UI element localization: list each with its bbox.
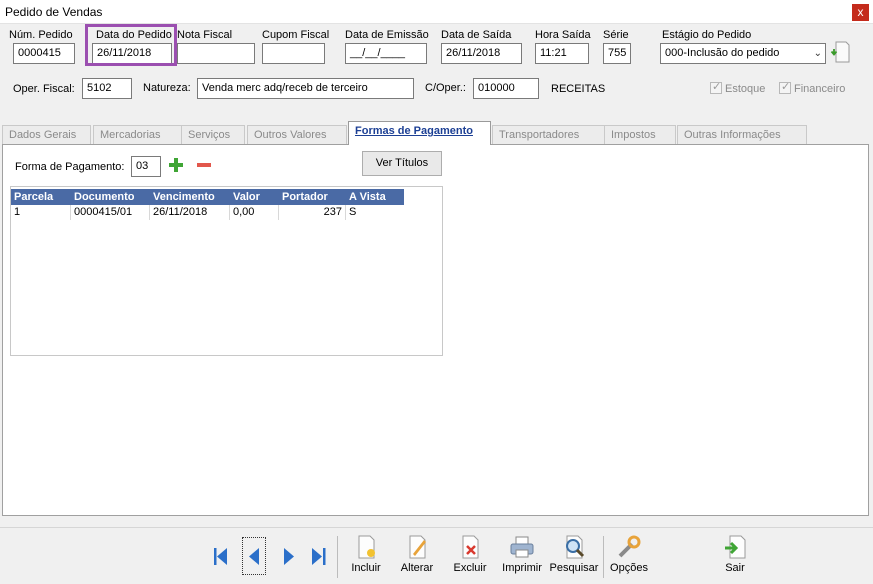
tab-mercadorias[interactable]: Mercadorias (93, 125, 182, 144)
next-record-button[interactable] (277, 538, 301, 574)
new-document-icon (358, 535, 375, 559)
delete-document-icon (462, 535, 479, 559)
window-title: Pedido de Vendas (5, 5, 103, 19)
estoque-checkbox[interactable]: Estoque (710, 80, 766, 95)
grid-header-a-vista[interactable]: A Vista (346, 189, 404, 205)
cupom-fiscal-label: Cupom Fiscal (262, 29, 330, 41)
last-record-icon (312, 548, 326, 565)
imprimir-button[interactable]: Imprimir (501, 534, 543, 574)
estagio-select[interactable]: 000-Inclusão do pedido ⌄ (660, 43, 826, 64)
natureza-label: Natureza: (143, 82, 191, 94)
title-bar: Pedido de Vendas x (0, 0, 873, 24)
oper-fiscal-label: Oper. Fiscal: (13, 83, 75, 95)
c-oper-field[interactable]: 010000 (473, 78, 539, 99)
hora-saida-label: Hora Saída (535, 29, 591, 41)
grid-header-portador[interactable]: Portador (279, 189, 346, 205)
pesquisar-button[interactable]: Pesquisar (549, 534, 599, 574)
imprimir-label: Imprimir (502, 562, 542, 574)
grid-cell-documento[interactable]: 0000415/01 (71, 205, 150, 220)
nota-fiscal-field[interactable] (177, 43, 255, 64)
highlight-box (85, 24, 177, 66)
add-icon[interactable] (168, 157, 184, 173)
grid-cell-valor[interactable]: 0,00 (230, 205, 279, 220)
financeiro-checkbox[interactable]: Financeiro (779, 80, 846, 95)
tab-outros-valores[interactable]: Outros Valores (247, 125, 347, 144)
remove-icon[interactable] (196, 157, 212, 173)
grid-cell-a-vista[interactable]: S (346, 205, 404, 220)
tab-outras-informacoes[interactable]: Outras Informações (677, 125, 807, 144)
first-record-icon (214, 548, 227, 565)
tab-dados-gerais[interactable]: Dados Gerais (2, 125, 91, 144)
nota-fiscal-label: Nota Fiscal (177, 29, 233, 41)
receitas-label: RECEITAS (551, 83, 606, 95)
exit-icon (725, 535, 746, 559)
estagio-value: 000-Inclusão do pedido (665, 47, 780, 59)
tab-servicos[interactable]: Serviços (181, 125, 245, 144)
sair-label: Sair (725, 562, 745, 574)
toolbar-separator (337, 536, 338, 578)
grid-cell-parcela[interactable]: 1 (11, 205, 71, 220)
checkbox-checked-icon (779, 80, 791, 94)
grid-cell-portador[interactable]: 237 (279, 205, 346, 220)
cupom-fiscal-field[interactable] (262, 43, 325, 64)
tab-transportadores[interactable]: Transportadores (492, 125, 605, 144)
alterar-label: Alterar (400, 562, 434, 574)
natureza-field[interactable]: Venda merc adq/receb de terceiro (197, 78, 414, 99)
close-button[interactable]: x (852, 4, 869, 21)
grid-header-vencimento[interactable]: Vencimento (150, 189, 230, 205)
printer-icon (510, 536, 534, 558)
excluir-label: Excluir (453, 562, 487, 574)
grid-header-parcela[interactable]: Parcela (11, 189, 71, 205)
previous-record-icon (249, 548, 259, 565)
grid-header-documento[interactable]: Documento (71, 189, 150, 205)
opcoes-button[interactable]: Opções (609, 534, 649, 574)
num-pedido-field[interactable]: 0000415 (13, 43, 75, 64)
estoque-label: Estoque (725, 83, 766, 95)
forma-pagamento-field[interactable]: 03 (131, 156, 161, 177)
financeiro-label: Financeiro (794, 83, 846, 95)
search-icon (566, 535, 585, 559)
toolbar-separator (603, 536, 604, 578)
checkbox-checked-icon (710, 80, 722, 94)
payment-grid[interactable]: Parcela Documento Vencimento Valor Porta… (10, 186, 443, 356)
sair-button[interactable]: Sair (717, 534, 753, 574)
forma-pagamento-label: Forma de Pagamento: (15, 161, 125, 173)
export-document-icon[interactable] (830, 41, 850, 63)
first-record-button[interactable] (208, 538, 232, 574)
edit-document-icon (409, 535, 426, 559)
opcoes-label: Opções (610, 562, 648, 574)
chevron-down-icon: ⌄ (813, 48, 822, 59)
incluir-button[interactable]: Incluir (347, 534, 385, 574)
incluir-label: Incluir (351, 562, 381, 574)
tab-formas-de-pagamento[interactable]: Formas de Pagamento (348, 121, 491, 145)
next-record-icon (284, 548, 294, 565)
excluir-button[interactable]: Excluir (451, 534, 489, 574)
previous-record-button[interactable] (242, 537, 266, 575)
estagio-label: Estágio do Pedido (662, 29, 752, 41)
c-oper-label: C/Oper.: (425, 82, 466, 94)
last-record-button[interactable] (307, 538, 331, 574)
pesquisar-label: Pesquisar (549, 562, 599, 574)
wrench-icon (618, 535, 641, 558)
grid-cell-vencimento[interactable]: 26/11/2018 (150, 205, 230, 220)
ver-titulos-button[interactable]: Ver Títulos (362, 151, 442, 176)
data-saida-field[interactable]: 26/11/2018 (441, 43, 522, 64)
alterar-button[interactable]: Alterar (398, 534, 436, 574)
num-pedido-label: Núm. Pedido (9, 29, 73, 41)
tab-impostos[interactable]: Impostos (604, 125, 676, 144)
data-emissao-label: Data de Emissão (345, 29, 429, 41)
data-saida-label: Data de Saída (441, 29, 512, 41)
serie-label: Série (603, 29, 629, 41)
bottom-toolbar: Incluir Alterar Excluir Imprimir Pesquis… (0, 527, 873, 584)
grid-header-valor[interactable]: Valor (230, 189, 279, 205)
hora-saida-field[interactable]: 11:21 (535, 43, 589, 64)
oper-fiscal-field[interactable]: 5102 (82, 78, 132, 99)
data-emissao-field[interactable]: __/__/____ (345, 43, 427, 64)
serie-field[interactable]: 755 (603, 43, 631, 64)
